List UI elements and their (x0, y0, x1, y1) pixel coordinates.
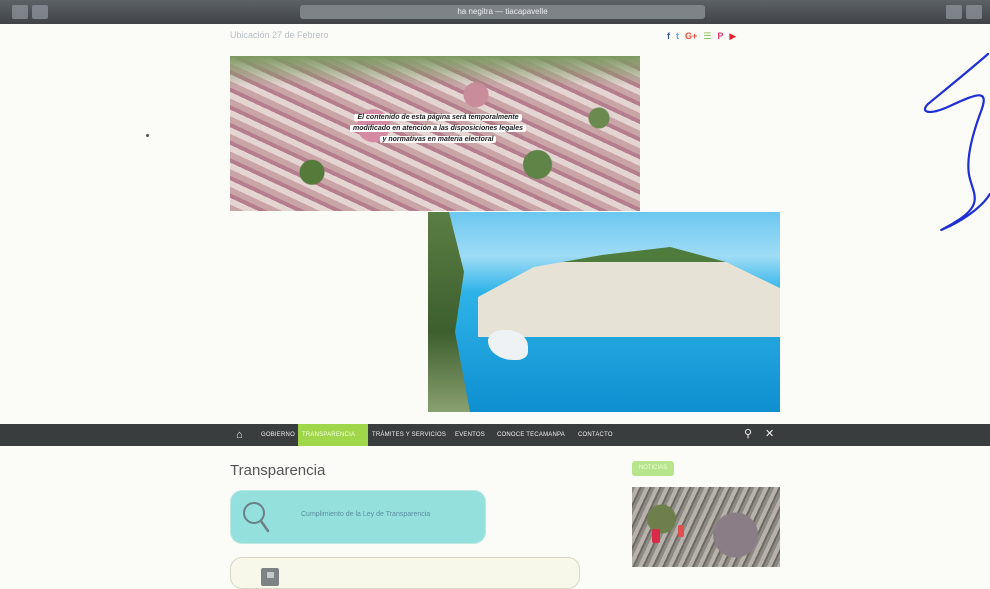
card-label: Cumplimiento de la Ley de Transparencia (301, 511, 431, 518)
notice-line: y normativas en materia electoral (379, 136, 497, 143)
youtube-icon[interactable]: ▶ (729, 31, 736, 41)
facebook-icon[interactable]: f (667, 31, 670, 41)
hero-town-image: El contenido de esta página será tempora… (230, 56, 640, 211)
address-bar[interactable]: ha negitra — tiacapavelle (300, 5, 705, 19)
hero-hills (230, 56, 640, 86)
main-nav: ⌂ GOBIERNO TRANSPARENCIA TRÁMITES Y SERV… (0, 424, 990, 446)
beach-sand (488, 330, 528, 360)
nav-item-transparencia[interactable]: TRANSPARENCIA (298, 424, 368, 446)
address-bar-text: ha negitra — tiacapavelle (457, 7, 548, 16)
shuffle-icon[interactable]: ✕ (765, 428, 774, 441)
hiker-figure (652, 529, 660, 543)
notice-line: El contenido de esta página será tempora… (354, 114, 522, 121)
document-icon (261, 568, 279, 586)
nav-item-contacto[interactable]: CONTACTO (575, 424, 616, 446)
back-button[interactable] (12, 5, 28, 19)
page-title: Transparencia (230, 462, 326, 479)
signature-mark (923, 52, 990, 232)
browser-toolbar: ha negitra — tiacapavelle (0, 0, 990, 24)
search-icon[interactable]: ⚲ (744, 428, 752, 441)
nav-item-tramites[interactable]: TRÁMITES Y SERVICIOS (369, 424, 449, 446)
social-icons: f t G+ ☰ P ▶ (667, 31, 736, 41)
rss-icon[interactable]: ☰ (703, 31, 711, 41)
hiker-figure (678, 525, 684, 537)
googleplus-icon[interactable]: G+ (685, 31, 697, 41)
electoral-notice: El contenido de esta página será tempora… (348, 112, 528, 145)
secondary-card[interactable] (230, 557, 580, 589)
home-icon[interactable]: ⌂ (236, 429, 243, 441)
top-location-text: Ubicación 27 de Febrero (230, 30, 329, 40)
beach-cliff (478, 247, 780, 337)
pinterest-icon[interactable]: P (717, 31, 723, 41)
forward-button[interactable] (32, 5, 48, 19)
beach-image (428, 212, 780, 412)
magnifier-icon (243, 502, 270, 533)
transparency-card[interactable]: Cumplimiento de la Ley de Transparencia (230, 490, 486, 544)
tabs-button[interactable] (966, 5, 982, 19)
nav-item-eventos[interactable]: EVENTOS (452, 424, 488, 446)
notice-line: modificado en atención a las disposicion… (350, 125, 526, 132)
news-photo[interactable] (632, 487, 780, 567)
twitter-icon[interactable]: t (676, 31, 679, 41)
share-button[interactable] (946, 5, 962, 19)
news-tag[interactable]: NOTICIAS (632, 461, 674, 476)
nav-item-conoce[interactable]: CONOCE TECAMANPA (494, 424, 568, 446)
nav-item-gobierno[interactable]: GOBIERNO (257, 424, 299, 446)
stray-dot (146, 134, 149, 137)
